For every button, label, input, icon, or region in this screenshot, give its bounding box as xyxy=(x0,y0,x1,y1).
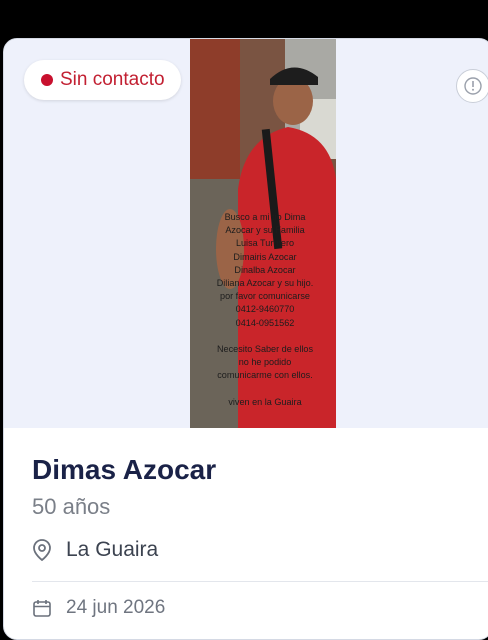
location-pin-icon xyxy=(33,539,51,562)
person-name: Dimas Azocar xyxy=(32,454,217,485)
info-button[interactable] xyxy=(456,69,488,103)
photo-area: Busco a mi tio Dima Azocar y su Familia … xyxy=(4,39,488,428)
status-label: Sin contacto xyxy=(60,69,165,90)
person-age: 50 años xyxy=(32,494,111,519)
status-badge: Sin contacto xyxy=(24,60,181,100)
photo-note-text: Busco a mi tio Dima Azocar y su Familia … xyxy=(216,212,314,407)
divider xyxy=(32,581,488,582)
missing-person-card[interactable]: Busco a mi tio Dima Azocar y su Familia … xyxy=(3,38,488,640)
date-row: 24 jun 2026 xyxy=(32,597,165,619)
location-label: La Guaira xyxy=(66,538,159,561)
location-row: La Guaira xyxy=(32,538,158,562)
person-photo: Busco a mi tio Dima Azocar y su Familia … xyxy=(190,39,336,428)
status-dot-icon xyxy=(41,74,53,86)
calendar-icon xyxy=(33,600,51,617)
info-icon xyxy=(464,77,482,95)
date-label: 24 jun 2026 xyxy=(66,597,166,618)
